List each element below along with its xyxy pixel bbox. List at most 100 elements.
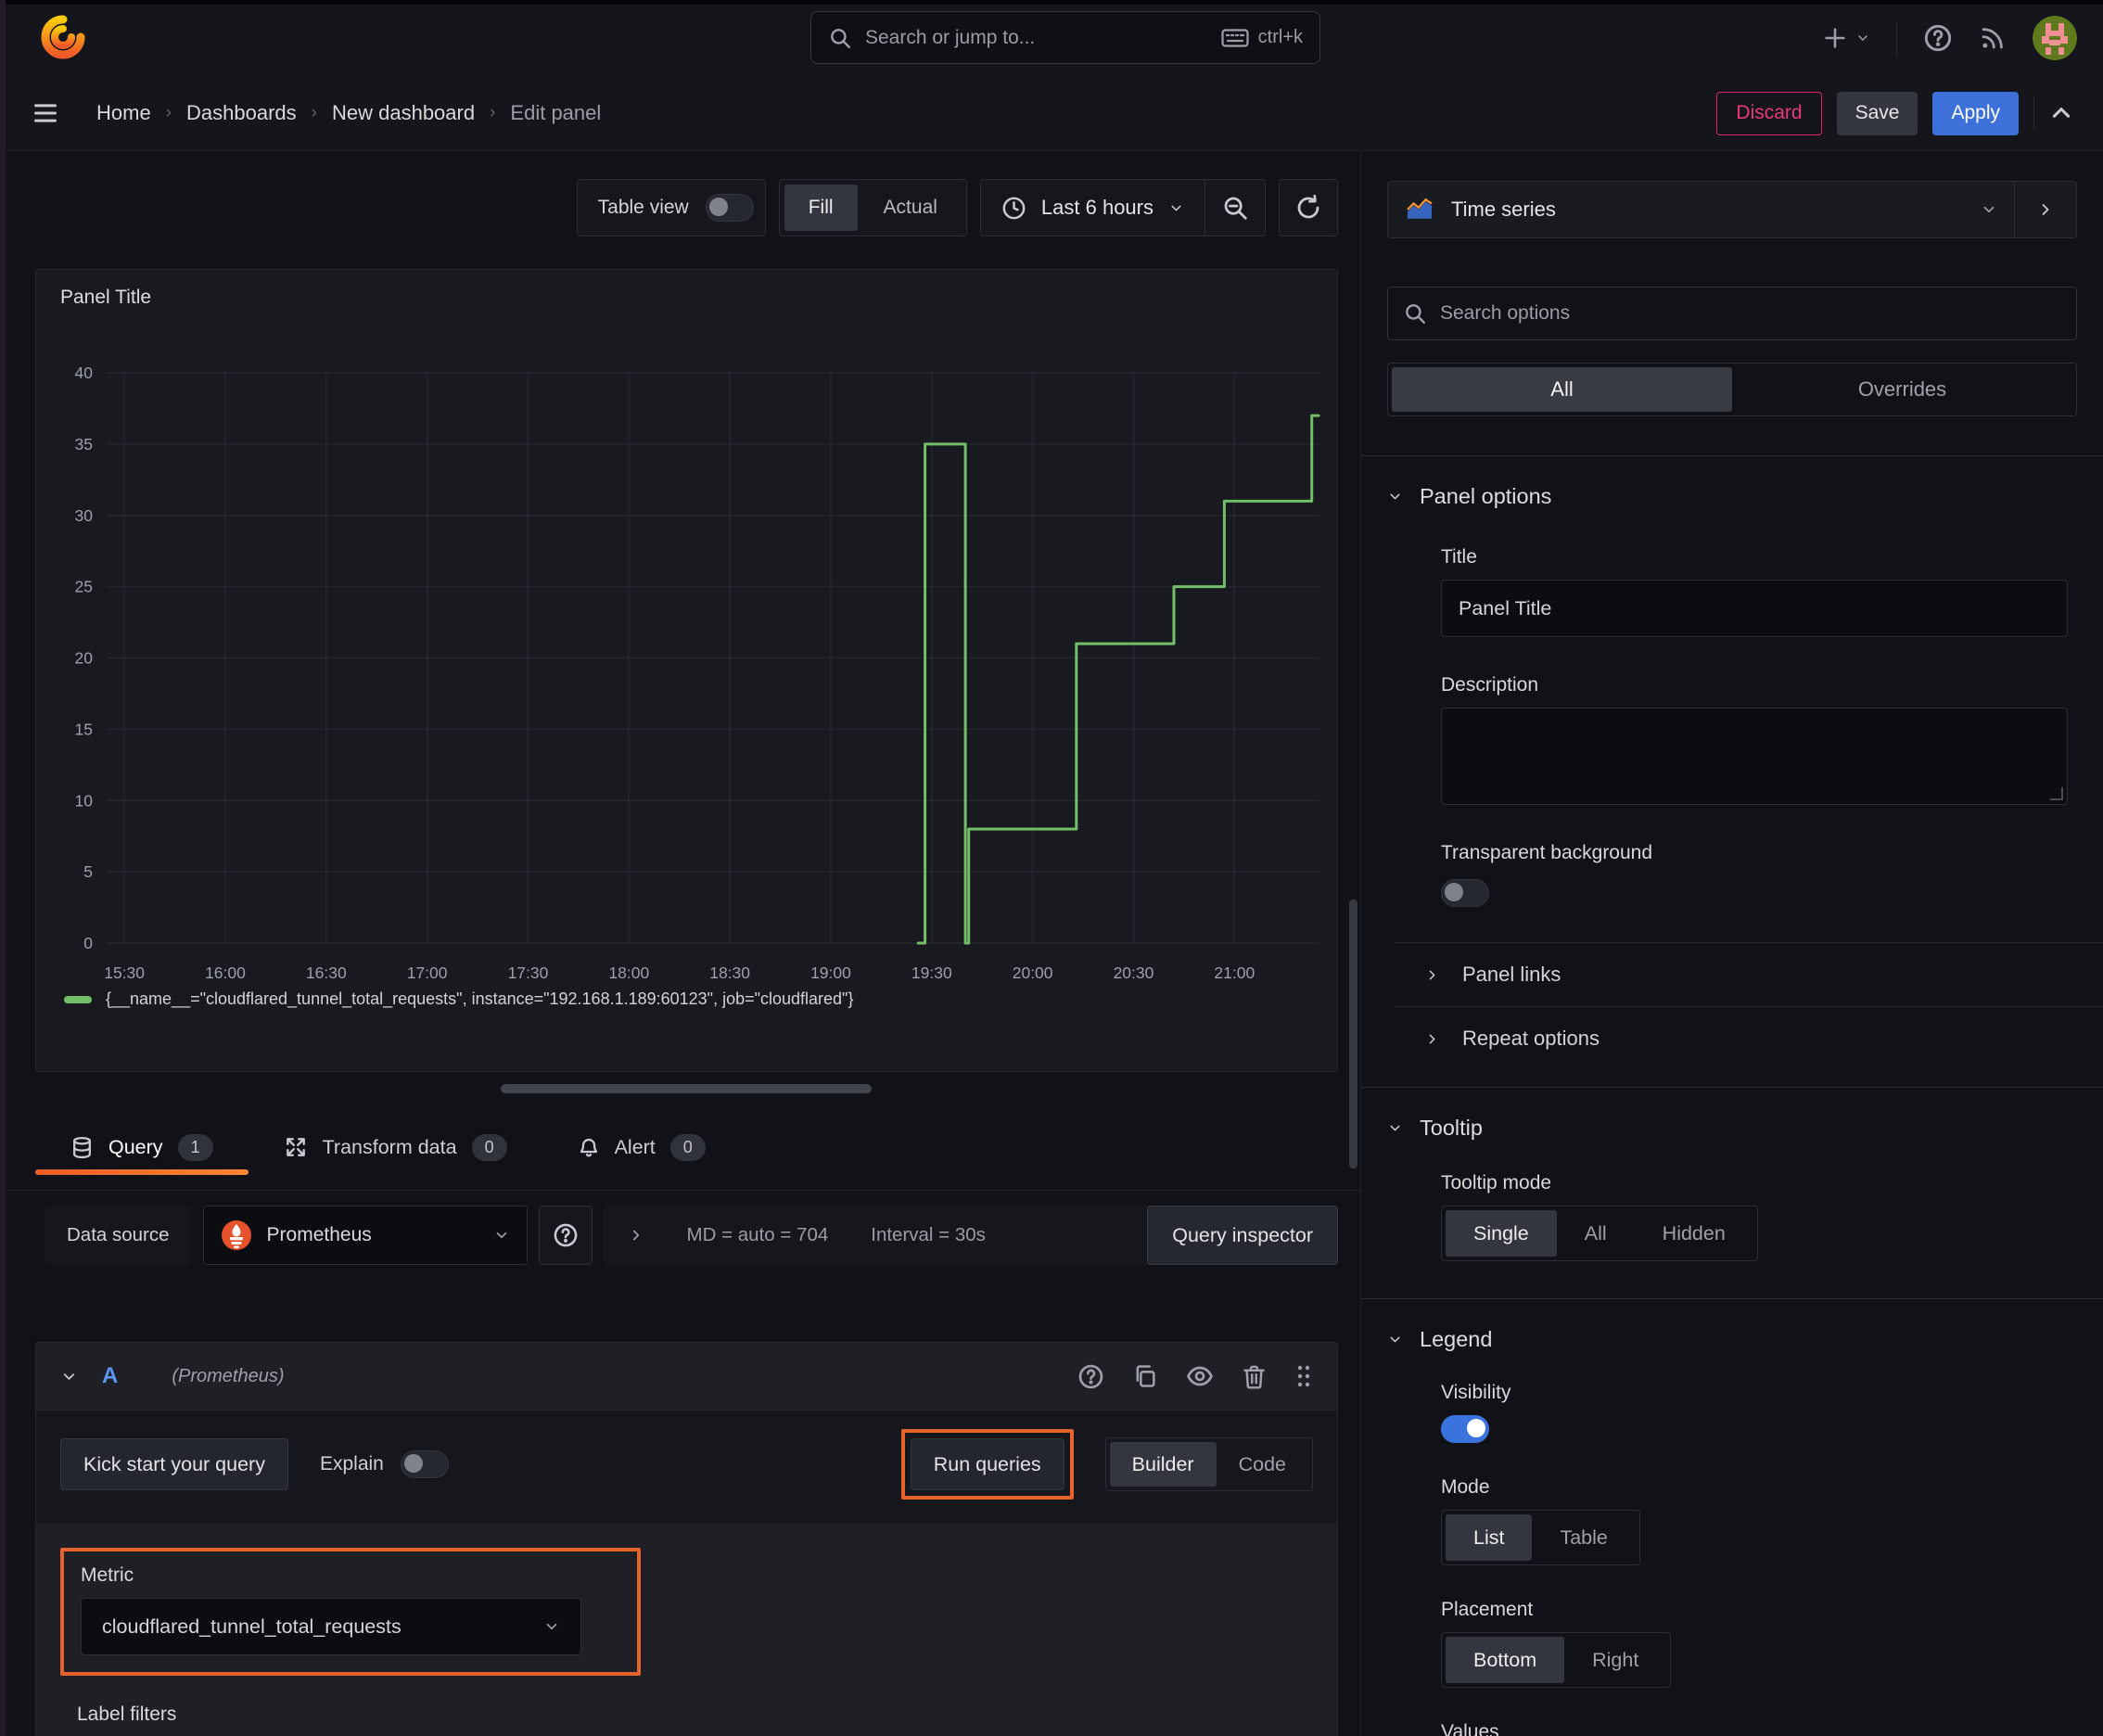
add-menu-button[interactable]: [1822, 25, 1870, 51]
visualization-picker[interactable]: Time series: [1387, 181, 2015, 238]
metric-select[interactable]: cloudflared_tunnel_total_requests: [81, 1598, 581, 1655]
title-option: Title: [1441, 546, 2068, 637]
tooltip-all-option[interactable]: All: [1557, 1210, 1635, 1257]
topbar-divider: [1896, 21, 1897, 55]
toggle-options-pane-button[interactable]: [2015, 181, 2077, 238]
breadcrumb-new-dashboard[interactable]: New dashboard: [332, 101, 475, 125]
panel-title[interactable]: Panel Title: [60, 287, 151, 309]
content-scrollbar[interactable]: [1349, 900, 1357, 1168]
tab-alert[interactable]: Alert 0: [542, 1117, 741, 1177]
chevron-down-icon: [546, 1623, 557, 1630]
discard-button[interactable]: Discard: [1716, 91, 1822, 135]
explain-toggle[interactable]: [400, 1450, 449, 1478]
legend-series-swatch[interactable]: [64, 995, 92, 1003]
placement-bottom-option[interactable]: Bottom: [1446, 1637, 1565, 1683]
tooltip-title: Tooltip: [1420, 1116, 1483, 1140]
legend-header[interactable]: Legend: [1361, 1299, 2103, 1352]
svg-text:20: 20: [75, 649, 94, 668]
breadcrumb-separator: ›: [165, 103, 172, 122]
svg-text:10: 10: [75, 791, 94, 810]
eye-icon[interactable]: [1186, 1362, 1214, 1390]
panel-title-input[interactable]: [1441, 580, 2068, 637]
chevron-up-icon[interactable]: [2049, 101, 2073, 125]
visualization-name: Time series: [1451, 198, 1556, 221]
run-queries-annotation: Run queries: [900, 1429, 1074, 1500]
placement-right-option[interactable]: Right: [1564, 1637, 1666, 1683]
options-search[interactable]: Search options: [1387, 287, 2077, 340]
svg-text:20:00: 20:00: [1013, 964, 1053, 982]
repeat-options-row[interactable]: Repeat options: [1424, 1007, 2103, 1070]
datasource-picker[interactable]: Prometheus: [202, 1206, 528, 1265]
news-rss-icon[interactable]: [1979, 24, 2007, 52]
save-button[interactable]: Save: [1836, 91, 1918, 135]
apply-button[interactable]: Apply: [1932, 91, 2019, 135]
panel-options-sidebar: Time series Search options All Overrides…: [1361, 151, 2103, 1736]
options-search-placeholder: Search options: [1440, 302, 1571, 324]
breadcrumb-dashboards[interactable]: Dashboards: [186, 101, 297, 125]
collapse-chevron-icon[interactable]: [60, 1368, 78, 1385]
legend-visibility-toggle[interactable]: [1441, 1415, 1489, 1443]
svg-text:15:30: 15:30: [104, 964, 145, 982]
run-queries-button[interactable]: Run queries: [910, 1438, 1064, 1490]
tab-query[interactable]: Query 1: [35, 1117, 249, 1177]
chevron-right-icon: [1429, 1033, 1435, 1044]
timeseries-chart[interactable]: 0 5 10 15 20 25 30 35 40 15:30 16:00 16:30 17:00 17:3…: [36, 324, 1337, 984]
datasource-help-button[interactable]: [538, 1206, 593, 1265]
builder-option[interactable]: Builder: [1109, 1442, 1217, 1487]
chevron-down-icon: [1390, 1125, 1400, 1131]
fill-option[interactable]: Fill: [784, 185, 858, 231]
tab-all[interactable]: All: [1392, 367, 1732, 412]
chevron-right-icon[interactable]: [628, 1227, 644, 1244]
tooltip-single-option[interactable]: Single: [1446, 1210, 1557, 1257]
panel-options-header[interactable]: Panel options: [1361, 456, 2103, 509]
drag-handle-icon[interactable]: [1294, 1363, 1313, 1389]
refresh-icon: [1297, 194, 1319, 219]
transparent-background-toggle[interactable]: [1441, 879, 1489, 907]
mode-list-option[interactable]: List: [1446, 1514, 1533, 1561]
grafana-logo-icon[interactable]: [41, 15, 85, 61]
table-view-toggle[interactable]: [705, 194, 754, 222]
time-range-picker[interactable]: Last 6 hours: [981, 196, 1204, 221]
help-icon[interactable]: [1077, 1363, 1104, 1390]
actual-option[interactable]: Actual: [860, 185, 962, 231]
search-icon: [1406, 304, 1425, 324]
tooltip-header[interactable]: Tooltip: [1361, 1088, 2103, 1141]
query-row-header[interactable]: A (Prometheus): [36, 1343, 1337, 1410]
user-avatar[interactable]: [2033, 16, 2077, 60]
help-icon[interactable]: [1923, 23, 1953, 53]
menu-hamburger-icon[interactable]: [30, 100, 61, 126]
pane-resize-handle[interactable]: [501, 1084, 872, 1093]
interval: Interval = 30s: [871, 1224, 986, 1245]
breadcrumb-separator: ›: [311, 103, 317, 122]
tab-transform-data[interactable]: Transform data 0: [249, 1117, 542, 1177]
description-textarea[interactable]: [1441, 708, 2068, 805]
global-search-input[interactable]: Search or jump to... ctrl+k: [810, 11, 1320, 64]
actions-divider: [2033, 96, 2034, 130]
zoom-out-time-button[interactable]: [1204, 180, 1265, 236]
query-inspector-button[interactable]: Query inspector: [1147, 1206, 1338, 1265]
chart-legend: {__name__="cloudflared_tunnel_total_requ…: [64, 989, 853, 1009]
time-range-control: Last 6 hours: [979, 179, 1266, 236]
svg-text:5: 5: [83, 862, 93, 881]
kick-start-query-button[interactable]: Kick start your query: [60, 1438, 288, 1490]
refresh-button[interactable]: [1279, 179, 1338, 236]
tab-overrides[interactable]: Overrides: [1732, 367, 2072, 412]
panel-links-row[interactable]: Panel links: [1424, 943, 2103, 1006]
query-builder-toolbar: Kick start your query Explain Run querie…: [36, 1410, 1337, 1513]
duplicate-icon[interactable]: [1132, 1363, 1158, 1389]
mode-table-option[interactable]: Table: [1532, 1514, 1635, 1561]
tabs-divider: [0, 1190, 1360, 1191]
query-editor-card: A (Prometheus) Kick start your query Exp…: [35, 1342, 1338, 1736]
code-option[interactable]: Code: [1217, 1442, 1308, 1487]
trash-icon[interactable]: [1242, 1364, 1267, 1389]
chevron-down-icon: [496, 1232, 506, 1239]
explain-label: Explain: [319, 1453, 384, 1474]
legend-series-label[interactable]: {__name__="cloudflared_tunnel_total_requ…: [106, 989, 853, 1009]
metric-value: cloudflared_tunnel_total_requests: [102, 1615, 401, 1638]
panel-toolbar: Table view Fill Actual Last 6 hours: [576, 179, 1338, 236]
svg-text:21:00: 21:00: [1214, 964, 1255, 982]
description-option: Description: [1441, 674, 2068, 805]
tooltip-hidden-option[interactable]: Hidden: [1635, 1210, 1753, 1257]
query-datasource-hint: (Prometheus): [172, 1365, 285, 1386]
breadcrumb-home[interactable]: Home: [96, 101, 151, 125]
